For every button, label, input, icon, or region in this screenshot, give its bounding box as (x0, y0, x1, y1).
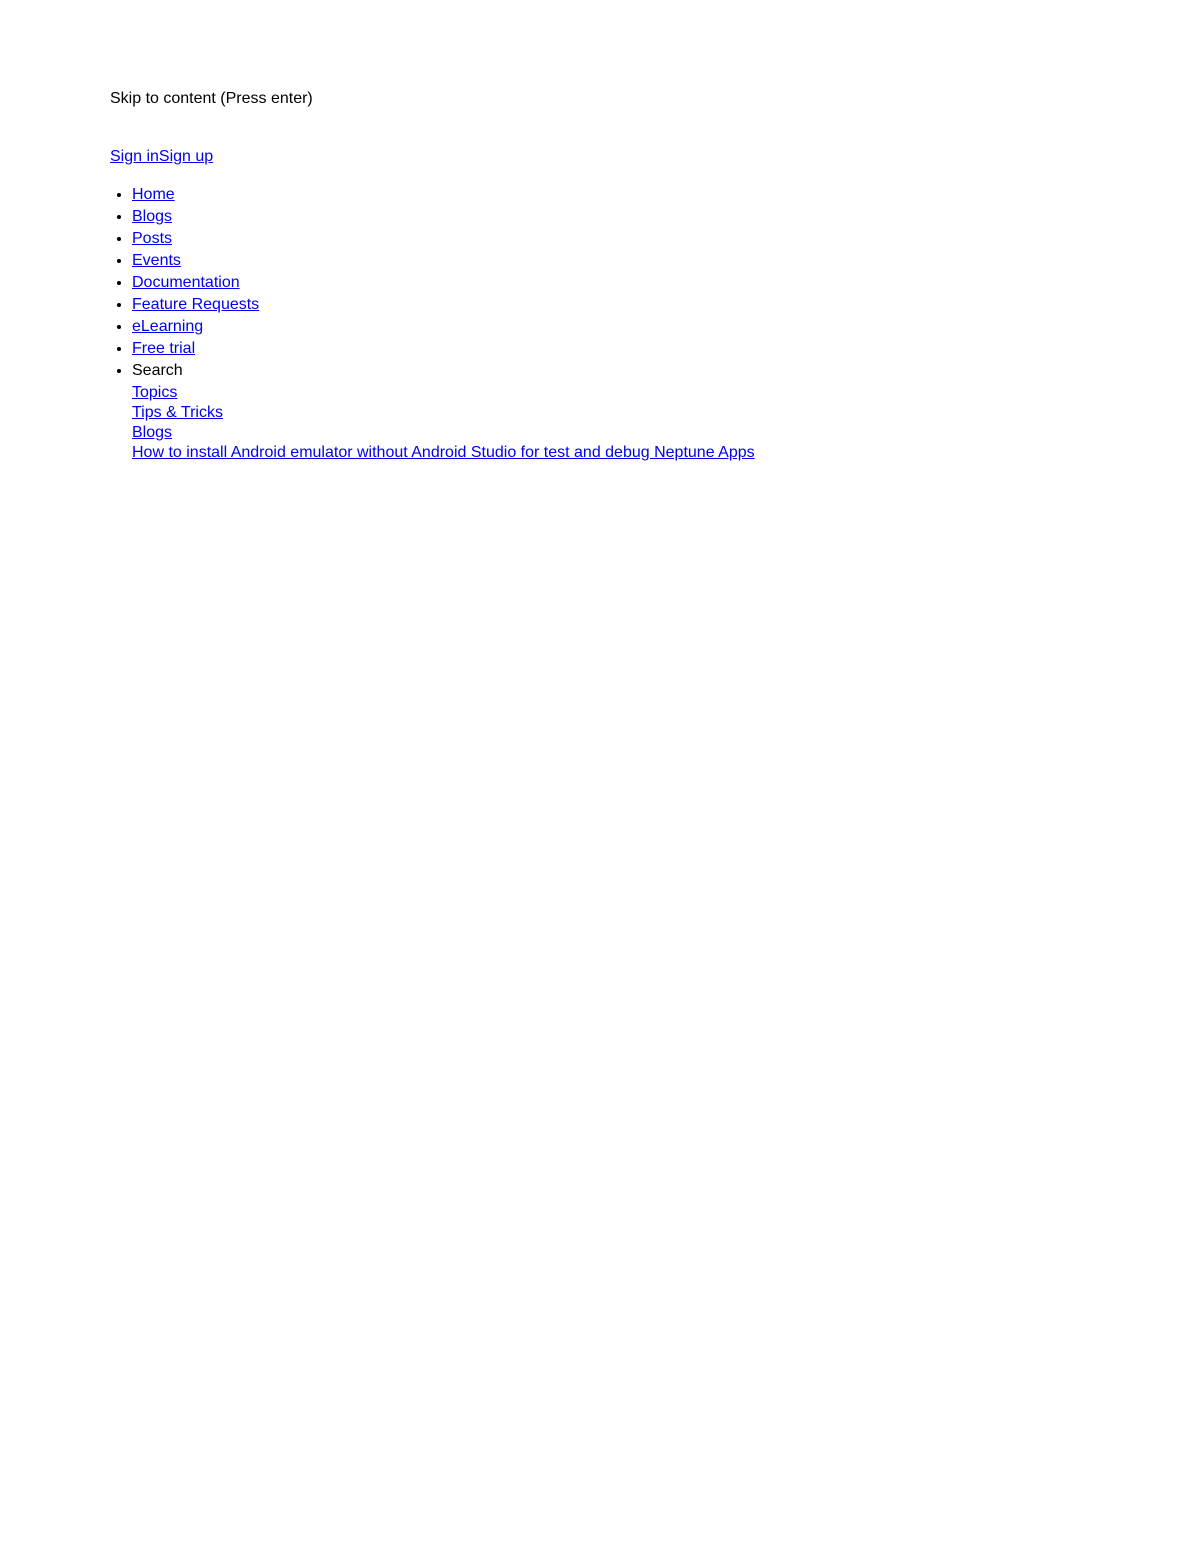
nav-link-documentation[interactable]: Documentation (132, 274, 240, 291)
search-sub-link-tips-tricks[interactable]: Tips & Tricks (132, 404, 223, 421)
nav-link-elearning[interactable]: eLearning (132, 318, 203, 335)
search-sub-link-topics[interactable]: Topics (132, 384, 177, 401)
search-sub-item-tips-tricks: Tips & Tricks (132, 404, 1200, 422)
nav-item-free-trial: Free trial (132, 340, 1200, 358)
search-sub-list: Topics Tips & Tricks Blogs How to instal… (132, 384, 1200, 462)
nav-item-elearning: eLearning (132, 318, 1200, 336)
search-sub-item-article: How to install Android emulator without … (132, 444, 1200, 462)
nav-item-events: Events (132, 252, 1200, 270)
sign-in-link[interactable]: Sign in (110, 148, 159, 165)
nav-item-home: Home (132, 186, 1200, 204)
nav-item-blogs: Blogs (132, 208, 1200, 226)
search-sub-item-topics: Topics (132, 384, 1200, 402)
nav-link-feature-requests[interactable]: Feature Requests (132, 296, 259, 313)
search-sub-link-blogs[interactable]: Blogs (132, 424, 172, 441)
sign-up-link[interactable]: Sign up (159, 148, 213, 165)
auth-links: Sign inSign up (110, 148, 1200, 166)
search-sub-item-blogs: Blogs (132, 424, 1200, 442)
nav-item-search: Search Topics Tips & Tricks Blogs How to… (132, 362, 1200, 462)
nav-link-blogs[interactable]: Blogs (132, 208, 172, 225)
skip-to-content-link[interactable]: Skip to content (Press enter) (110, 90, 1200, 108)
nav-item-posts: Posts (132, 230, 1200, 248)
search-sub-link-article[interactable]: How to install Android emulator without … (132, 444, 755, 461)
nav-item-documentation: Documentation (132, 274, 1200, 292)
search-label: Search (132, 362, 183, 379)
nav-link-posts[interactable]: Posts (132, 230, 172, 247)
page-container: Skip to content (Press enter) Sign inSig… (0, 0, 1200, 462)
nav-link-home[interactable]: Home (132, 186, 175, 203)
nav-item-feature-requests: Feature Requests (132, 296, 1200, 314)
nav-link-events[interactable]: Events (132, 252, 181, 269)
nav-list: Home Blogs Posts Events Documentation Fe… (110, 186, 1200, 462)
nav-link-free-trial[interactable]: Free trial (132, 340, 195, 357)
